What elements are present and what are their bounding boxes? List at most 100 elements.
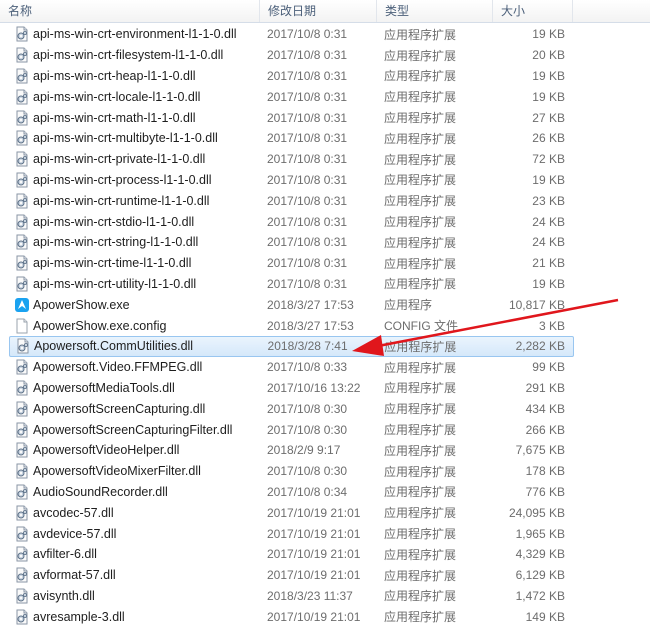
file-size: 20 KB [532,48,565,63]
file-type: 应用程序扩展 [384,381,457,396]
dll-file-icon [14,401,30,417]
file-name-cell: api-ms-win-crt-process-l1-1-0.dll [0,172,260,188]
file-name: api-ms-win-crt-heap-l1-1-0.dll [33,68,196,83]
file-type: 应用程序扩展 [384,339,457,354]
file-row[interactable]: api-ms-win-crt-math-l1-1-0.dll 2017/10/8 … [0,107,650,128]
file-row[interactable]: api-ms-win-crt-stdio-l1-1-0.dll 2017/10/8… [0,211,650,232]
dll-file-icon [14,380,30,396]
file-date: 2017/10/8 0:31 [267,276,348,291]
column-header-date[interactable]: 修改日期 [260,0,377,22]
file-name-cell: avfilter-6.dll [0,546,260,562]
file-type: 应用程序扩展 [384,173,457,188]
file-row[interactable]: api-ms-win-crt-time-l1-1-0.dll 2017/10/8 … [0,253,650,274]
file-row[interactable]: AudioSoundRecorder.dll 2017/10/8 0:34 应用程序… [0,482,650,503]
column-header-size[interactable]: 大小 [493,0,573,22]
file-date: 2017/10/8 0:31 [267,68,348,83]
file-size: 19 KB [532,276,565,291]
file-type: 应用程序扩展 [384,131,457,146]
dll-file-icon [14,68,30,84]
file-date: 2017/10/8 0:31 [267,172,348,187]
file-name-cell: avcodec-57.dll [0,505,260,521]
file-date: 2017/10/8 0:31 [267,235,348,250]
dll-file-icon [14,442,30,458]
file-row[interactable]: ApowersoftScreenCapturingFilter.dll 2017/… [0,419,650,440]
file-size: 72 KB [532,152,565,167]
file-name-cell: avdevice-57.dll [0,526,260,542]
file-name-cell: Apowersoft.CommUtilities.dll [1,338,261,354]
file-row[interactable]: avfilter-6.dll 2017/10/19 21:01 应用程序扩展 4,32… [0,544,650,565]
file-row[interactable]: api-ms-win-crt-utility-l1-1-0.dll 2017/10… [0,274,650,295]
file-name-cell: api-ms-win-crt-string-l1-1-0.dll [0,234,260,250]
column-header-type[interactable]: 类型 [377,0,493,22]
file-row[interactable]: ApowersoftVideoMixerFilter.dll 2017/10/8 … [0,461,650,482]
file-date: 2017/10/8 0:34 [267,484,348,499]
file-type: 应用程序扩展 [384,256,457,271]
file-row[interactable]: api-ms-win-crt-process-l1-1-0.dll 2017/10… [0,170,650,191]
file-name-cell: ApowersoftVideoMixerFilter.dll [0,463,260,479]
file-type: 应用程序扩展 [384,568,457,583]
file-row[interactable]: Apowersoft.Video.FFMPEG.dll 2017/10/8 0:3… [0,357,650,378]
file-type: 应用程序扩展 [384,589,457,604]
file-row[interactable]: ApowersoftMediaTools.dll 2017/10/16 13:22… [0,378,650,399]
file-size: 434 KB [525,401,565,416]
file-name: ApowersoftVideoMixerFilter.dll [33,464,201,479]
file-name: avresample-3.dll [33,609,125,624]
file-row[interactable]: ApowerShow.exe.config 2018/3/27 17:53 CONF… [0,315,650,336]
file-name: ApowersoftScreenCapturingFilter.dll [33,422,233,437]
file-date: 2017/10/19 21:01 [267,568,361,583]
file-name-cell: avresample-3.dll [0,609,260,625]
file-name-cell: api-ms-win-crt-environment-l1-1-0.dll [0,26,260,42]
file-row[interactable]: ApowersoftScreenCapturing.dll 2017/10/8 0… [0,398,650,419]
file-row[interactable]: api-ms-win-crt-runtime-l1-1-0.dll 2017/10… [0,190,650,211]
file-name-cell: ApowerShow.exe [0,297,260,313]
file-name: ApowersoftVideoHelper.dll [33,443,180,458]
file-date: 2017/10/8 0:33 [267,360,348,375]
file-type: 应用程序扩展 [384,527,457,542]
file-date: 2018/3/28 7:41 [267,339,348,354]
file-type: 应用程序扩展 [384,506,457,521]
dll-file-icon [14,47,30,63]
file-row[interactable]: ApowerShow.exe 2018/3/27 17:53 应用程序 10,817 … [0,294,650,315]
file-name: avisynth.dll [33,588,95,603]
file-row[interactable]: api-ms-win-crt-filesystem-l1-1-0.dll 2017… [0,45,650,66]
file-size: 10,817 KB [508,297,565,312]
dll-file-icon [14,609,30,625]
file-date: 2017/10/8 0:31 [267,256,348,271]
file-date: 2018/3/27 17:53 [267,318,354,333]
file-date: 2017/10/8 0:31 [267,131,348,146]
file-name-cell: ApowersoftScreenCapturingFilter.dll [0,422,260,438]
file-row[interactable]: avcodec-57.dll 2017/10/19 21:01 应用程序扩展 24,0… [0,502,650,523]
file-row[interactable]: ApowersoftVideoHelper.dll 2018/2/9 9:17 应用… [0,440,650,461]
file-name-cell: api-ms-win-crt-locale-l1-1-0.dll [0,89,260,105]
file-row[interactable]: api-ms-win-crt-multibyte-l1-1-0.dll 2017/… [0,128,650,149]
file-size: 23 KB [532,193,565,208]
file-row[interactable]: api-ms-win-crt-string-l1-1-0.dll 2017/10/… [0,232,650,253]
file-date: 2017/10/8 0:31 [267,48,348,63]
file-row[interactable]: api-ms-win-crt-private-l1-1-0.dll 2017/10… [0,149,650,170]
file-name-cell: api-ms-win-crt-time-l1-1-0.dll [0,255,260,271]
file-date: 2017/10/19 21:01 [267,526,361,541]
file-list: api-ms-win-crt-environment-l1-1-0.dll 201… [0,24,650,627]
dll-file-icon [14,255,30,271]
file-row-selected[interactable]: Apowersoft.CommUtilities.dll 2018/3/28 7:… [9,335,574,357]
file-size: 24 KB [532,214,565,229]
file-name: api-ms-win-crt-locale-l1-1-0.dll [33,89,201,104]
file-type: 应用程序扩展 [384,194,457,209]
dll-file-icon [14,172,30,188]
file-row[interactable]: api-ms-win-crt-environment-l1-1-0.dll 201… [0,24,650,45]
dll-file-icon [14,110,30,126]
file-name: avfilter-6.dll [33,547,97,562]
file-name-cell: api-ms-win-crt-private-l1-1-0.dll [0,151,260,167]
file-name: api-ms-win-crt-filesystem-l1-1-0.dll [33,48,224,63]
file-row[interactable]: avresample-3.dll 2017/10/19 21:01 应用程序扩展 14… [0,606,650,627]
file-row[interactable]: api-ms-win-crt-locale-l1-1-0.dll 2017/10/… [0,86,650,107]
column-header-name[interactable]: 名称 [0,0,260,22]
file-type: 应用程序扩展 [384,48,457,63]
file-row[interactable]: avdevice-57.dll 2017/10/19 21:01 应用程序扩展 1,9… [0,523,650,544]
file-row[interactable]: avisynth.dll 2018/3/23 11:37 应用程序扩展 1,472 K… [0,586,650,607]
file-row[interactable]: avformat-57.dll 2017/10/19 21:01 应用程序扩展 6,1… [0,565,650,586]
file-size: 19 KB [532,89,565,104]
file-size: 26 KB [532,131,565,146]
file-row[interactable]: api-ms-win-crt-heap-l1-1-0.dll 2017/10/8 … [0,66,650,87]
dll-file-icon [15,338,31,354]
